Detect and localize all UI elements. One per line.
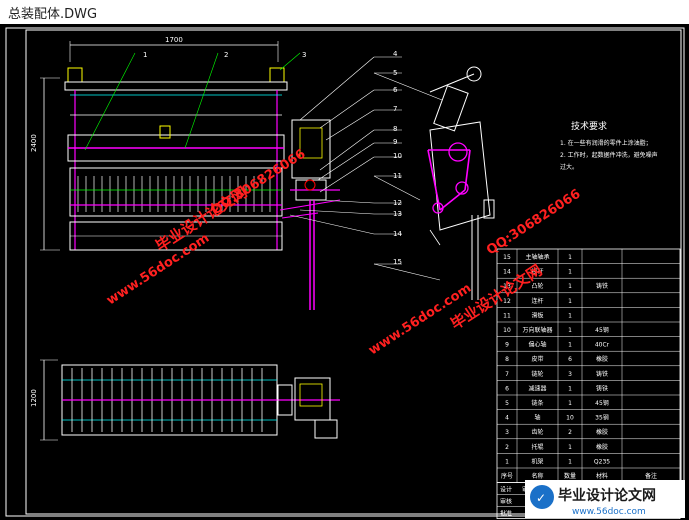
bom-row-no: 1 bbox=[505, 458, 509, 465]
bom-row-no: 5 bbox=[505, 400, 509, 407]
bom-row-qty: 1 bbox=[568, 385, 572, 392]
bom-row-mat: 40Cr bbox=[595, 342, 610, 349]
bom-row-qty: 1 bbox=[568, 400, 572, 407]
bom-row-name: 主轴轴承 bbox=[525, 253, 549, 261]
bom-row-name: 机架 bbox=[531, 457, 543, 465]
dim-bottom-height-label: 1200 bbox=[30, 389, 38, 407]
side-view bbox=[427, 66, 495, 300]
bom-row-mat: 铸铁 bbox=[596, 384, 608, 392]
bom-header-name: 名称 bbox=[531, 472, 543, 480]
banner-site: www.56doc.com bbox=[572, 507, 646, 517]
bom-row-no: 3 bbox=[505, 429, 509, 436]
window-title-bar: 总装配体.DWG bbox=[0, 0, 689, 25]
bom-row-name: 皮带 bbox=[531, 355, 543, 363]
bom-row-name: 齿轮 bbox=[531, 428, 543, 436]
callout-2: 2 bbox=[224, 51, 228, 59]
bom-row-qty: 1 bbox=[568, 298, 572, 305]
site-banner: ✓ 毕业设计论文网 www.56doc.com bbox=[525, 480, 685, 518]
callout-8: 8 bbox=[393, 125, 397, 133]
callout-leaders bbox=[289, 56, 443, 281]
bom-row-qty: 10 bbox=[566, 415, 574, 422]
watermarks: 毕业设计论文网 QQ:306826066 www.56doc.com 毕业设计论… bbox=[104, 147, 583, 359]
bom-row-qty: 1 bbox=[568, 283, 572, 290]
bom-row-no: 11 bbox=[503, 312, 511, 319]
bom-row-name: 链条 bbox=[531, 399, 543, 407]
front-view: 1700 2400 1 2 3 bbox=[30, 36, 306, 251]
callout-1: 1 bbox=[143, 51, 147, 59]
banner-name: 毕业设计论文网 bbox=[558, 487, 656, 504]
callout-9: 9 bbox=[393, 138, 397, 146]
bom-row-name: 偏心轴 bbox=[528, 341, 546, 349]
bom-row-qty: 3 bbox=[568, 371, 572, 378]
callout-15: 15 bbox=[393, 258, 402, 266]
bom-row-qty: 1 bbox=[568, 458, 572, 465]
bom-row-mat: 橡胶 bbox=[596, 428, 608, 436]
bom-header-mat: 材料 bbox=[596, 472, 608, 480]
bom-row-no: 7 bbox=[505, 371, 509, 378]
tech-title: 技术要求 bbox=[571, 120, 607, 132]
bom-header-note: 备注 bbox=[645, 472, 657, 480]
tech-line-2: 2. 工作时，起数据件冲洗，避免噪声 bbox=[560, 151, 658, 159]
bom-row-name: 减速器 bbox=[528, 384, 546, 392]
bom-row-no: 15 bbox=[503, 254, 511, 261]
bom-row-name: 托辊 bbox=[531, 443, 543, 451]
bom-row-name: 滑板 bbox=[531, 311, 543, 319]
title-approve: 批准 bbox=[500, 510, 512, 518]
bom-row-no: 6 bbox=[505, 385, 509, 392]
title-check: 审核 bbox=[500, 498, 512, 506]
bom-row-name: 连杆 bbox=[531, 297, 543, 305]
bom-row-no: 10 bbox=[503, 327, 511, 334]
bom-row-no: 9 bbox=[505, 342, 509, 349]
sheet-frame bbox=[5, 27, 685, 517]
bom-row-no: 2 bbox=[505, 444, 509, 451]
tech-requirements: 技术要求 1. 在一些有润滑的零件上涂油脂； 2. 工作时，起数据件冲洗，避免噪… bbox=[560, 120, 658, 171]
watermark-qq-2: QQ:306826066 bbox=[484, 187, 583, 259]
bom-row-no: 14 bbox=[503, 269, 511, 276]
bom-row-no: 8 bbox=[505, 356, 509, 363]
top-view: 1200 bbox=[30, 359, 340, 441]
bom-row-mat: 橡胶 bbox=[596, 443, 608, 451]
drive-assembly bbox=[279, 119, 341, 310]
dim-height-label: 2400 bbox=[30, 134, 38, 152]
bom-row-mat: 铸铁 bbox=[596, 370, 608, 378]
bom-row-qty: 1 bbox=[568, 254, 572, 261]
bom-row-mat: Q235 bbox=[594, 458, 610, 465]
drawing-svg: 1700 2400 1 2 3 4 5 6 7 8 9 10 11 12 13 … bbox=[5, 27, 685, 520]
bom-row-name: 轴 bbox=[534, 414, 540, 422]
bom-row-mat: 45钢 bbox=[595, 399, 609, 407]
bom-row-mat: 45钢 bbox=[595, 326, 609, 334]
bom-row-qty: 1 bbox=[568, 312, 572, 319]
drawing-border bbox=[25, 29, 682, 515]
bom-row-qty: 1 bbox=[568, 444, 572, 451]
svg-text:✓: ✓ bbox=[536, 491, 546, 505]
bom-row-no: 4 bbox=[505, 415, 509, 422]
title-design: 设计 bbox=[500, 486, 512, 494]
bom-row-mat: 35钢 bbox=[595, 414, 609, 422]
bom-row-qty: 2 bbox=[568, 429, 572, 436]
callout-10: 10 bbox=[393, 152, 402, 160]
window-title: 总装配体.DWG bbox=[8, 7, 98, 22]
bom-row-qty: 6 bbox=[568, 356, 572, 363]
tech-line-1: 1. 在一些有润滑的零件上涂油脂； bbox=[560, 139, 652, 147]
cad-drawing-canvas[interactable]: 1700 2400 1 2 3 4 5 6 7 8 9 10 11 12 13 … bbox=[0, 24, 689, 520]
bom-row-mat: 橡胶 bbox=[596, 355, 608, 363]
dim-width-label: 1700 bbox=[165, 36, 183, 44]
callout-7: 7 bbox=[393, 105, 397, 113]
bom-header-qty: 数量 bbox=[564, 472, 576, 480]
callout-3: 3 bbox=[302, 51, 306, 59]
bom-row-qty: 1 bbox=[568, 327, 572, 334]
tech-line-3: 过大。 bbox=[560, 163, 578, 171]
bom-row-qty: 1 bbox=[568, 342, 572, 349]
bom-row-mat: 铸铁 bbox=[596, 282, 608, 290]
bom-row-qty: 1 bbox=[568, 269, 572, 276]
bom-header-no: 序号 bbox=[501, 472, 513, 480]
bom-row-name: 链轮 bbox=[531, 370, 543, 378]
bom-row-name: 万向联轴器 bbox=[522, 326, 552, 334]
